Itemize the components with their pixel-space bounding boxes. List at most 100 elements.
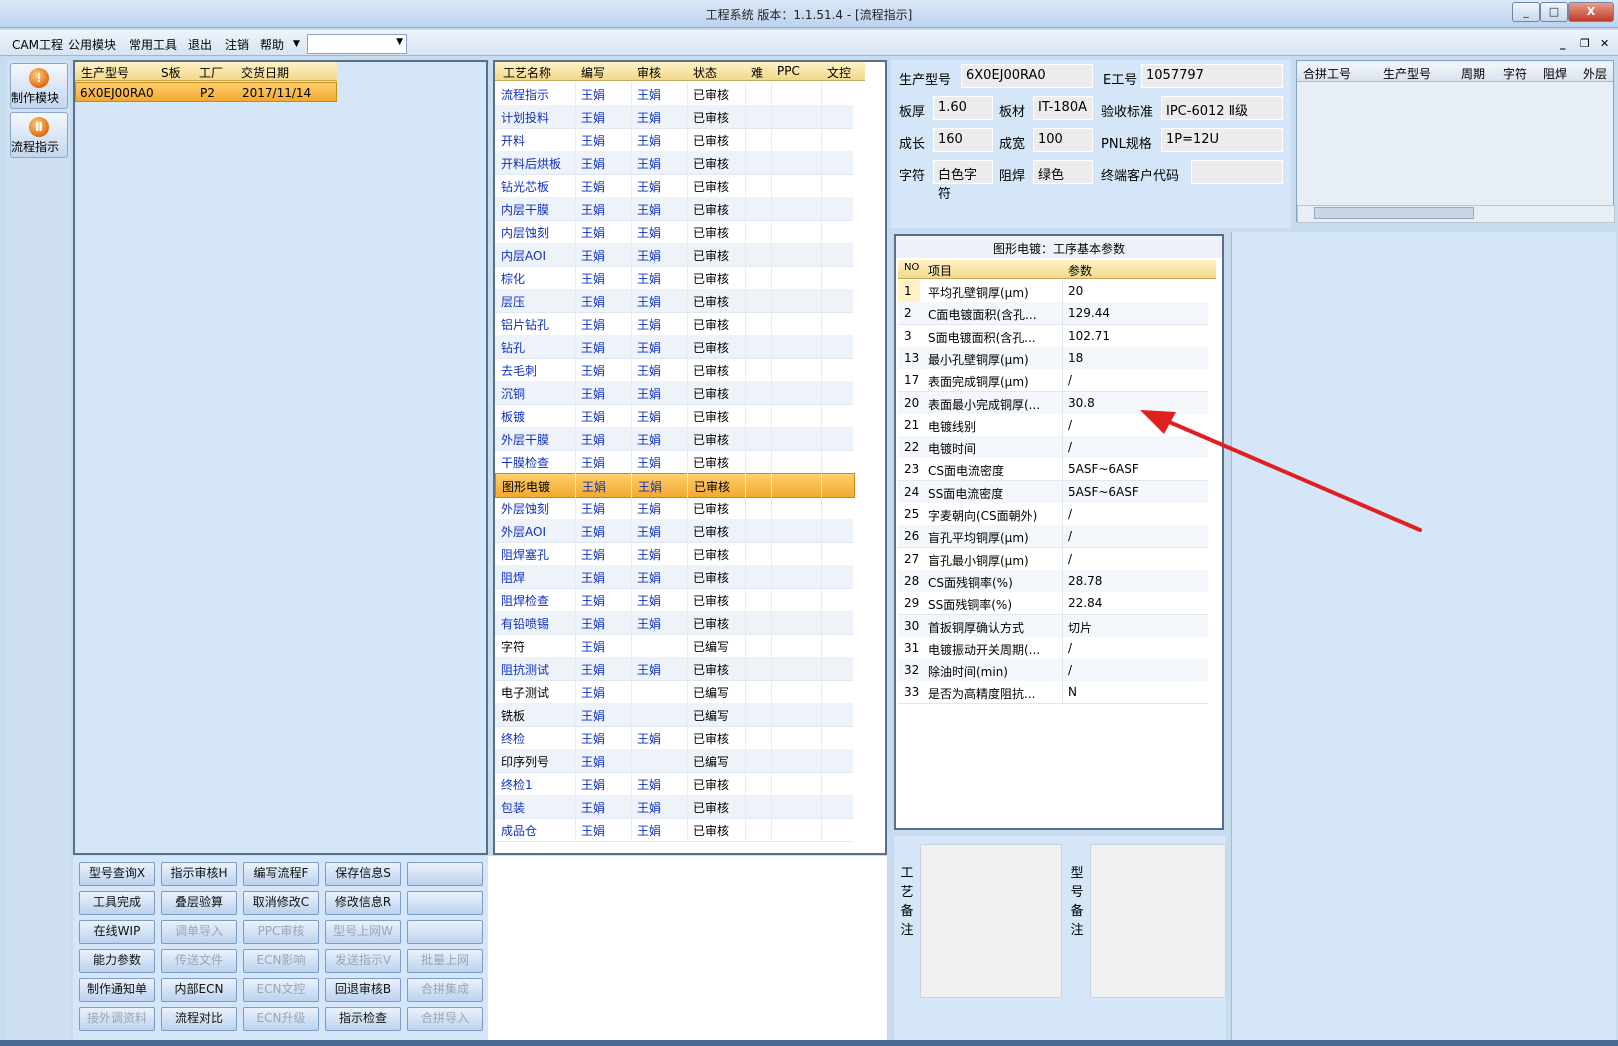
action-button[interactable]: 保存信息S bbox=[325, 862, 401, 886]
table-row[interactable]: 32 除油时间(min) / bbox=[898, 659, 1208, 683]
table-row[interactable]: 3 S面电镀面积(含孔... 102.71 bbox=[898, 324, 1208, 348]
table-row[interactable]: 阻焊 王娟 王娟 已审核 bbox=[495, 565, 853, 589]
table-row[interactable]: 1 平均孔壁铜厚(μm) 20 bbox=[898, 280, 1208, 303]
table-row[interactable]: 图形电镀 王娟 王娟 已审核 bbox=[495, 473, 855, 498]
process-guide-button[interactable]: Ⅱ 流程指示 bbox=[10, 112, 68, 158]
width-field[interactable]: 100 bbox=[1033, 128, 1093, 152]
table-row[interactable]: 2 C面电镀面积(含孔... 129.44 bbox=[898, 302, 1208, 326]
menu-exit[interactable]: 退出 bbox=[188, 36, 212, 53]
table-row[interactable]: 外层干膜 王娟 王娟 已审核 bbox=[495, 427, 853, 451]
table-row[interactable]: 层压 王娟 王娟 已审核 bbox=[495, 289, 853, 313]
table-row[interactable]: 有铅喷锡 王娟 王娟 已审核 bbox=[495, 611, 853, 635]
action-button[interactable]: 内部ECN bbox=[161, 978, 237, 1002]
col-reviewer[interactable]: 审核 bbox=[637, 64, 661, 81]
table-row[interactable]: 钻光芯板 王娟 王娟 已审核 bbox=[495, 174, 853, 198]
action-button[interactable]: ECN升级 bbox=[243, 1007, 319, 1031]
action-button[interactable]: ECN影响 bbox=[243, 949, 319, 973]
table-row[interactable]: 33 是否为高精度阻抗... N bbox=[898, 681, 1208, 705]
col-merge-part-no[interactable]: 生产型号 bbox=[1383, 65, 1431, 82]
table-row[interactable]: 钻孔 王娟 王娟 已审核 bbox=[495, 335, 853, 359]
table-row[interactable]: 内层干膜 王娟 王娟 已审核 bbox=[495, 197, 853, 221]
table-row[interactable]: 内层AOI 王娟 王娟 已审核 bbox=[495, 243, 853, 267]
action-button[interactable]: 发送指示V bbox=[325, 949, 401, 973]
process-memo-textarea[interactable] bbox=[920, 844, 1062, 998]
menu-logout[interactable]: 注销 bbox=[225, 36, 249, 53]
action-button[interactable]: 叠层验算 bbox=[161, 891, 237, 915]
mdi-close-button[interactable]: ✕ bbox=[1600, 37, 1609, 50]
action-button[interactable]: 指示检查 bbox=[325, 1007, 401, 1031]
action-button[interactable]: 流程对比 bbox=[161, 1007, 237, 1031]
table-row[interactable]: 板镀 王娟 王娟 已审核 bbox=[495, 404, 853, 428]
col-item[interactable]: 项目 bbox=[928, 262, 952, 279]
col-ppc[interactable]: PPC bbox=[777, 64, 800, 78]
col-status[interactable]: 状态 bbox=[693, 64, 717, 81]
col-mask[interactable]: 阻焊 bbox=[1543, 65, 1567, 82]
table-row[interactable]: 终检1 王娟 王娟 已审核 bbox=[495, 772, 853, 796]
col-param[interactable]: 参数 bbox=[1068, 262, 1092, 279]
table-row[interactable]: 终检 王娟 王娟 已审核 bbox=[495, 726, 853, 750]
menu-cam[interactable]: CAM工程 bbox=[12, 36, 63, 53]
col-writer[interactable]: 编写 bbox=[581, 64, 605, 81]
action-button[interactable]: ECN文控 bbox=[243, 978, 319, 1002]
action-button[interactable]: 回退审核B bbox=[325, 978, 401, 1002]
col-s-board[interactable]: S板 bbox=[161, 64, 181, 81]
action-button[interactable]: 接外调资料 bbox=[79, 1007, 155, 1031]
col-process-name[interactable]: 工艺名称 bbox=[503, 64, 551, 81]
table-row[interactable]: 包装 王娟 王娟 已审核 bbox=[495, 795, 853, 819]
action-button[interactable] bbox=[407, 920, 483, 944]
table-row[interactable]: 29 SS面残铜率(%) 22.84 bbox=[898, 592, 1208, 616]
col-delivery-date[interactable]: 交货日期 bbox=[241, 64, 289, 81]
table-row[interactable]: 阻抗测试 王娟 王娟 已审核 bbox=[495, 657, 853, 681]
col-merge-no[interactable]: 合拼工号 bbox=[1303, 65, 1351, 82]
scroll-thumb[interactable] bbox=[1314, 207, 1474, 219]
table-row[interactable]: 计划投料 王娟 王娟 已审核 bbox=[495, 105, 853, 129]
end-customer-field[interactable] bbox=[1191, 160, 1283, 184]
table-row[interactable]: 28 CS面残铜率(%) 28.78 bbox=[898, 569, 1208, 593]
table-row[interactable]: 干膜检查 王娟 王娟 已审核 bbox=[495, 450, 853, 474]
mask-field[interactable]: 绿色 bbox=[1033, 160, 1093, 184]
col-doc-control[interactable]: 文控 bbox=[827, 64, 851, 81]
action-button[interactable]: 批量上网 bbox=[407, 949, 483, 973]
col-difficulty[interactable]: 难 bbox=[751, 64, 763, 81]
menu-tools[interactable]: 常用工具 bbox=[129, 36, 177, 53]
table-row[interactable]: 外层AOI 王娟 王娟 已审核 bbox=[495, 519, 853, 543]
table-row[interactable]: 31 电镀振动开关周期(... / bbox=[898, 636, 1208, 660]
merge-h-scrollbar[interactable] bbox=[1297, 205, 1615, 223]
part-no-field[interactable]: 6X0EJ00RA0 bbox=[961, 64, 1093, 88]
table-row[interactable]: 去毛刺 王娟 王娟 已审核 bbox=[495, 358, 853, 382]
table-row[interactable]: 6X0EJ00RA0 P2 2017/11/14 bbox=[75, 82, 337, 102]
action-button[interactable]: 指示审核H bbox=[161, 862, 237, 886]
action-button[interactable]: 在线WIP bbox=[79, 920, 155, 944]
table-row[interactable]: 字符 王娟 已编写 bbox=[495, 634, 853, 658]
make-module-button[interactable]: ! 制作模块 bbox=[10, 63, 68, 109]
menu-public[interactable]: 公用模块 bbox=[68, 36, 116, 53]
standard-field[interactable]: IPC-6012 Ⅱ级 bbox=[1161, 96, 1283, 120]
table-row[interactable]: 开料后烘板 王娟 王娟 已审核 bbox=[495, 151, 853, 175]
table-row[interactable]: 阻焊塞孔 王娟 王娟 已审核 bbox=[495, 542, 853, 566]
material-field[interactable]: IT-180A bbox=[1033, 96, 1093, 120]
table-row[interactable]: 铣板 王娟 已编写 bbox=[495, 703, 853, 727]
col-part-no[interactable]: 生产型号 bbox=[81, 64, 129, 81]
action-button[interactable]: 型号查询X bbox=[79, 862, 155, 886]
table-row[interactable]: 13 最小孔壁铜厚(μm) 18 bbox=[898, 346, 1208, 370]
action-button[interactable]: 传送文件 bbox=[161, 949, 237, 973]
action-button[interactable]: 能力参数 bbox=[79, 949, 155, 973]
eng-no-field[interactable]: 1057797 bbox=[1141, 64, 1283, 88]
action-button[interactable] bbox=[407, 862, 483, 886]
table-row[interactable]: 内层蚀刻 王娟 王娟 已审核 bbox=[495, 220, 853, 244]
table-row[interactable]: 棕化 王娟 王娟 已审核 bbox=[495, 266, 853, 290]
char-field[interactable]: 白色字符 bbox=[933, 160, 993, 202]
pnl-field[interactable]: 1P=12U bbox=[1161, 128, 1283, 152]
menu-combo[interactable]: ▼ bbox=[307, 34, 407, 54]
col-no[interactable]: NO bbox=[904, 262, 919, 273]
table-row[interactable]: 外层蚀刻 王娟 王娟 已审核 bbox=[495, 496, 853, 520]
action-button[interactable]: 制作通知单 bbox=[79, 978, 155, 1002]
action-button[interactable]: 合拼导入 bbox=[407, 1007, 483, 1031]
thickness-field[interactable]: 1.60 bbox=[933, 96, 993, 120]
mdi-restore-button[interactable]: ❐ bbox=[1580, 37, 1590, 50]
table-row[interactable]: 电子测试 王娟 已编写 bbox=[495, 680, 853, 704]
table-row[interactable]: 17 表面完成铜厚(μm) / bbox=[898, 369, 1208, 393]
close-button[interactable]: X bbox=[1568, 2, 1614, 22]
action-button[interactable] bbox=[407, 891, 483, 915]
col-char[interactable]: 字符 bbox=[1503, 65, 1527, 82]
